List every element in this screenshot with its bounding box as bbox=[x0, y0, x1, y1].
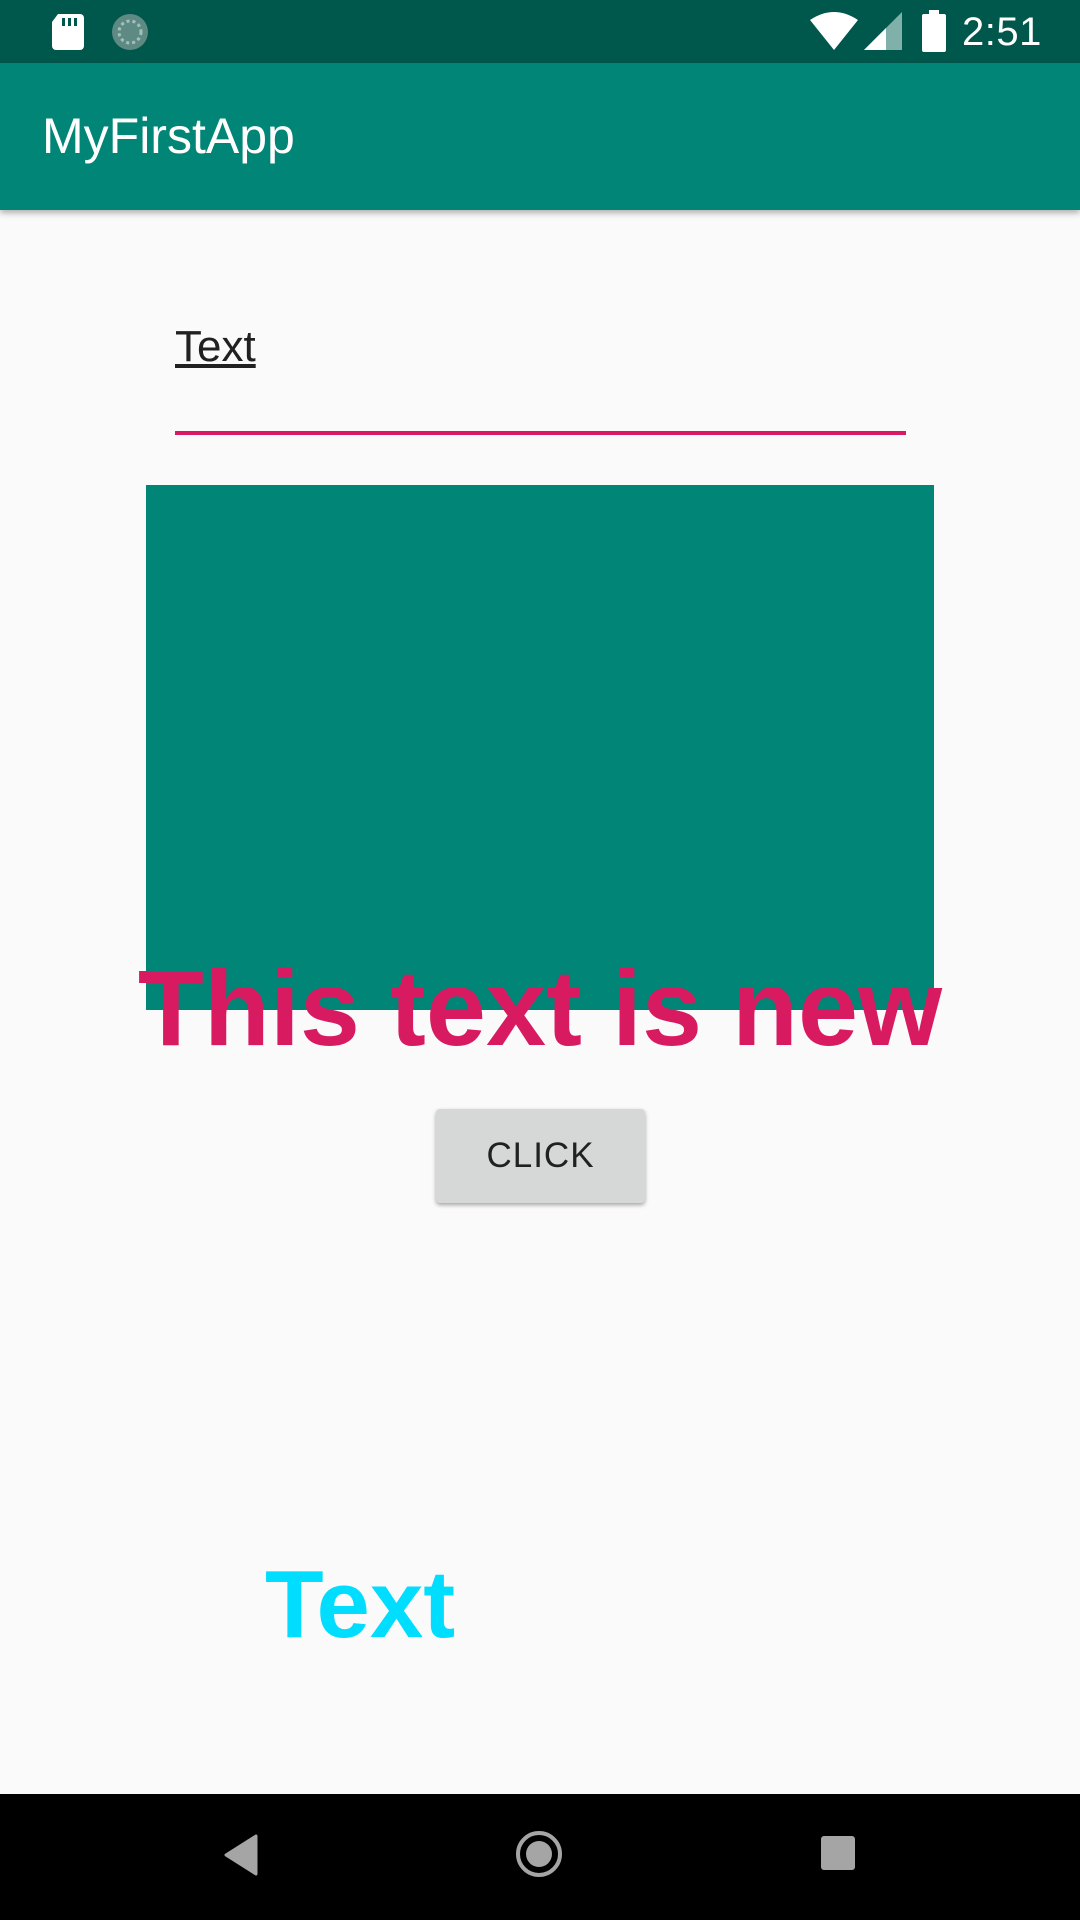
text-input[interactable]: Text bbox=[175, 300, 906, 438]
sync-icon bbox=[110, 12, 150, 57]
sd-card-icon bbox=[50, 12, 86, 57]
app-bar: MyFirstApp bbox=[0, 63, 1080, 210]
status-bar: 2:51 bbox=[0, 0, 1080, 63]
text-input-underline bbox=[175, 431, 906, 435]
navigation-bar bbox=[0, 1794, 1080, 1920]
back-icon[interactable] bbox=[222, 1834, 258, 1881]
image-view bbox=[146, 485, 934, 1010]
bottom-text: Text bbox=[265, 1551, 456, 1658]
click-button[interactable]: CLICK bbox=[436, 1109, 645, 1203]
clock: 2:51 bbox=[962, 10, 1042, 54]
headline-text: This text is new bbox=[137, 947, 943, 1068]
signal-icon bbox=[864, 12, 902, 55]
home-icon[interactable] bbox=[514, 1829, 564, 1884]
battery-icon bbox=[921, 10, 947, 57]
recents-icon[interactable] bbox=[821, 1836, 855, 1875]
text-input-value[interactable]: Text bbox=[175, 322, 256, 372]
app-title: MyFirstApp bbox=[42, 108, 295, 164]
wifi-icon bbox=[810, 12, 858, 55]
